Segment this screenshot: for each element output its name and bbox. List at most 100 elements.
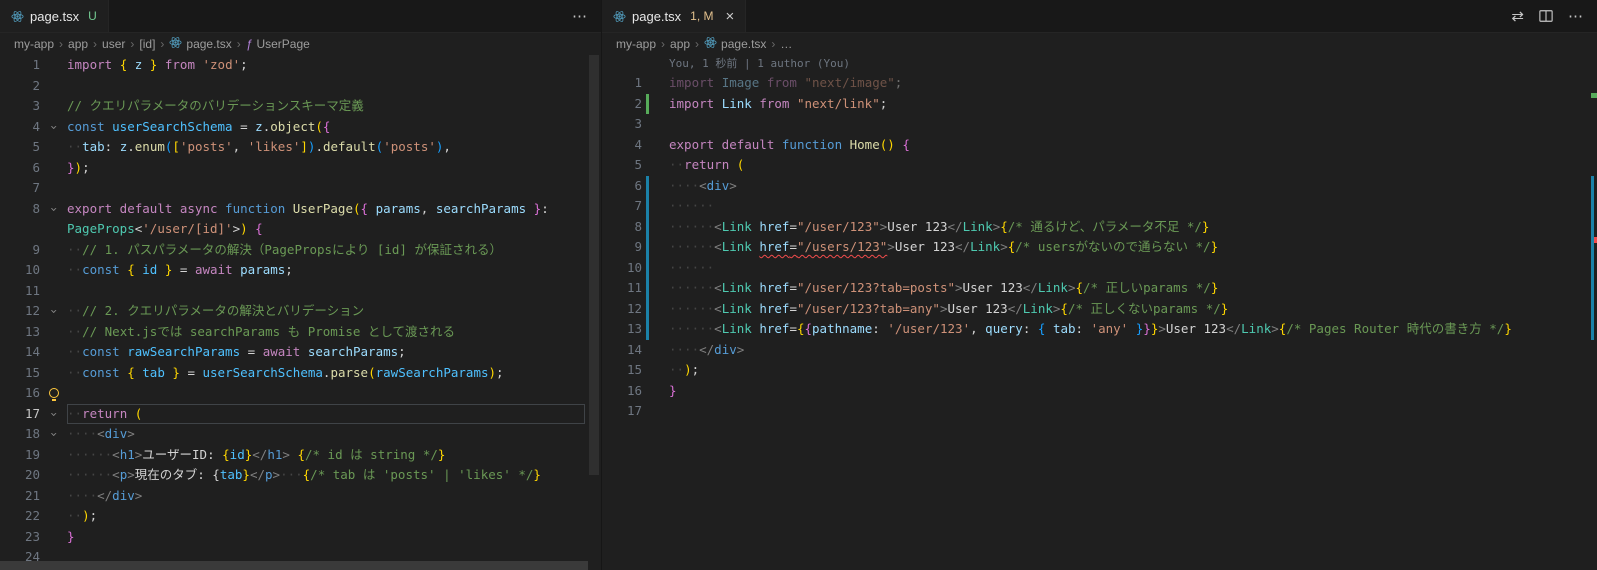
code-line[interactable]: 14 ··const rawSearchParams = await search… [0, 342, 601, 363]
gutter[interactable]: 19 [0, 445, 67, 466]
close-icon[interactable]: × [726, 9, 735, 24]
line-number[interactable]: 9 [0, 240, 40, 261]
gutter[interactable]: 16 [602, 381, 669, 402]
tab-page-tsx-left[interactable]: page.tsx U [0, 0, 109, 32]
split-editor-icon[interactable] [1539, 9, 1553, 23]
code-line[interactable]: 15 ··const { tab } = userSearchSchema.par… [0, 363, 601, 384]
code-line[interactable]: 10 ··const { id } = await params; [0, 260, 601, 281]
line-number[interactable]: 6 [0, 158, 40, 179]
code-line[interactable]: 3 // クエリパラメータのバリデーションスキーマ定義 [0, 96, 601, 117]
line-number[interactable]: 13 [602, 319, 642, 340]
gutter[interactable]: 21 [0, 486, 67, 507]
line-number[interactable]: 5 [0, 137, 40, 158]
code-line[interactable]: 2 [0, 76, 601, 97]
breadcrumb-item[interactable]: my-app [14, 37, 54, 51]
code-line[interactable]: 9 ······<Link href="/users/123">User 123<… [602, 237, 1597, 258]
line-number[interactable]: 11 [0, 281, 40, 302]
line-number[interactable]: 14 [602, 340, 642, 361]
code-line[interactable]: 13 ······<Link href={{pathname: '/user/12… [602, 319, 1597, 340]
line-number[interactable]: 7 [0, 178, 40, 199]
code-line[interactable]: 6 ····<div> [602, 175, 1597, 197]
line-number[interactable]: 20 [0, 465, 40, 486]
fold-chevron-icon[interactable]: › [43, 410, 64, 417]
vertical-scrollbar[interactable] [589, 55, 599, 475]
code-line[interactable]: 18 › ····<div> [0, 424, 601, 445]
gutter[interactable]: 9 [602, 237, 669, 258]
fold-chevron-icon[interactable]: › [43, 308, 64, 315]
code-line[interactable]: 7 [0, 178, 601, 199]
gutter[interactable]: 16 [0, 383, 67, 404]
gutter[interactable]: 7 [0, 178, 67, 199]
code-line[interactable]: 16 [0, 383, 601, 404]
horizontal-scrollbar[interactable] [0, 561, 588, 570]
git-gutter-indicator[interactable] [646, 196, 649, 217]
breadcrumb-item[interactable]: ƒ UserPage [246, 37, 310, 51]
gutter[interactable] [0, 219, 67, 240]
code-line[interactable]: 5 ··tab: z.enum(['posts', 'likes']).defau… [0, 137, 601, 158]
breadcrumb-item[interactable]: my-app [616, 37, 656, 51]
gutter[interactable]: 11 [602, 278, 669, 299]
line-number[interactable]: 22 [0, 506, 40, 527]
line-number[interactable]: 21 [0, 486, 40, 507]
code-editor-right[interactable]: You, 1 秒前 | 1 author (You) 1 import Image … [602, 55, 1597, 570]
code-line[interactable]: 3 [602, 114, 1597, 135]
tab-page-tsx-right[interactable]: page.tsx 1, M × [602, 0, 747, 32]
code-line[interactable]: 22 ··); [0, 506, 601, 527]
more-actions-icon[interactable]: ⋯ [572, 7, 587, 25]
breadcrumb-item[interactable]: user [102, 37, 125, 51]
gutter[interactable]: 13 [0, 322, 67, 343]
gutter[interactable]: 9 [0, 240, 67, 261]
line-number[interactable]: 17 [0, 404, 40, 425]
gutter[interactable]: 20 [0, 465, 67, 486]
code-line[interactable]: 16} [602, 381, 1597, 402]
gutter[interactable]: 4 › [0, 117, 67, 138]
code-line[interactable]: 5 ··return ( [602, 155, 1597, 176]
code-line[interactable]: 11 [0, 281, 601, 302]
line-number[interactable]: 7 [602, 196, 642, 217]
line-number[interactable]: 18 [0, 424, 40, 445]
gutter[interactable]: 6 [602, 175, 669, 197]
gutter[interactable]: 5 [0, 137, 67, 158]
git-gutter-indicator[interactable] [646, 257, 649, 278]
fold-chevron-icon[interactable]: › [43, 205, 64, 212]
gutter[interactable]: 14 [602, 340, 669, 361]
gutter[interactable]: 23 [0, 527, 67, 548]
gutter[interactable]: 22 [0, 506, 67, 527]
code-line[interactable]: 19 ······<h1>ユーザーID: {id}</h1> {/* id は s… [0, 445, 601, 466]
code-line[interactable]: 8 › export default async function UserPage… [0, 199, 601, 220]
line-number[interactable]: 16 [0, 383, 40, 404]
code-line[interactable]: 12 ······<Link href="/user/123?tab=any">U… [602, 298, 1597, 319]
line-number[interactable]: 6 [602, 176, 642, 197]
line-number[interactable]: 15 [0, 363, 40, 384]
line-number[interactable]: 15 [602, 360, 642, 381]
gutter[interactable]: 11 [0, 281, 67, 302]
gutter[interactable]: 2 [602, 93, 669, 114]
line-number[interactable]: 8 [602, 217, 642, 238]
breadcrumb-item[interactable]: page.tsx [704, 36, 766, 52]
gutter[interactable]: 15 [0, 363, 67, 384]
gutter[interactable]: 17 [602, 401, 669, 422]
open-changes-icon[interactable]: ⇄ [1511, 7, 1524, 25]
line-number[interactable]: 19 [0, 445, 40, 466]
line-number[interactable]: 8 [0, 199, 40, 220]
code-line[interactable]: 8 ······<Link href="/user/123">User 123</… [602, 216, 1597, 238]
git-gutter-indicator[interactable] [646, 175, 649, 196]
code-line[interactable]: 17 › ··return ( [0, 404, 601, 425]
line-number[interactable]: 1 [602, 73, 642, 94]
git-gutter-indicator[interactable] [646, 319, 649, 340]
code-line[interactable]: 9 ··// 1. パスパラメータの解決（PagePropsにより [id] が保… [0, 240, 601, 261]
gutter[interactable]: 7 [602, 196, 669, 217]
code-line[interactable]: 4 export default function Home() { [602, 135, 1597, 156]
line-number[interactable]: 3 [602, 114, 642, 135]
git-gutter-indicator[interactable] [646, 216, 649, 237]
line-number[interactable]: 16 [602, 381, 642, 402]
gutter[interactable]: 8 › [0, 199, 67, 220]
code-line[interactable]: 23} [0, 527, 601, 548]
line-number[interactable]: 4 [0, 117, 40, 138]
gutter[interactable]: 3 [0, 96, 67, 117]
code-line[interactable]: 21 ····</div> [0, 486, 601, 507]
breadcrumb-item[interactable]: [id] [139, 37, 155, 51]
code-line[interactable]: 4 › const userSearchSchema = z.object({ [0, 117, 601, 138]
fold-chevron-icon[interactable]: › [43, 123, 64, 130]
gutter[interactable]: 10 [0, 260, 67, 281]
